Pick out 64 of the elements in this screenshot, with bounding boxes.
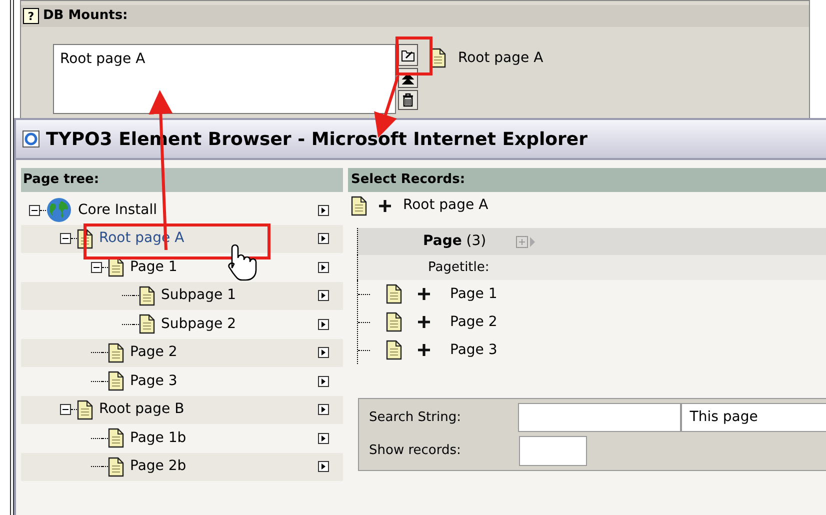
tree-item[interactable]: Page 1b: [130, 428, 186, 449]
tree-item[interactable]: Core Install: [78, 200, 157, 221]
page-icon: [77, 400, 93, 420]
mount-list[interactable]: Root page A: [53, 44, 396, 114]
hand-cursor-icon: [228, 244, 257, 281]
highlight-frame: [396, 36, 432, 76]
field-label: Show records:: [369, 442, 462, 460]
play-icon[interactable]: [318, 404, 329, 416]
tree-item[interactable]: Page 1: [130, 256, 178, 278]
folder-icon: [401, 48, 415, 62]
browse-button[interactable]: [398, 44, 418, 66]
page-icon: [386, 340, 402, 360]
play-icon[interactable]: [318, 347, 329, 358]
play-icon[interactable]: [318, 204, 329, 216]
play-icon[interactable]: [318, 376, 329, 387]
pane-header: Page tree:: [21, 168, 343, 192]
plus-icon[interactable]: [418, 288, 430, 300]
field-label: Search String:: [369, 408, 462, 427]
play-icon[interactable]: [318, 461, 329, 472]
plus-icon[interactable]: [418, 316, 430, 328]
collapse-icon[interactable]: [29, 204, 40, 216]
collapse-icon[interactable]: [60, 404, 71, 416]
page-icon: [139, 314, 155, 334]
record-title[interactable]: Page 2: [450, 312, 498, 332]
column-heading: Pagetitle:: [428, 258, 490, 277]
plus-icon[interactable]: [418, 344, 430, 356]
tree-item[interactable]: Page 2b: [130, 456, 186, 478]
page-icon: [108, 342, 124, 363]
page-icon: [386, 284, 402, 304]
record-title[interactable]: Page 3: [450, 340, 498, 360]
tree-item[interactable]: Subpage 1: [161, 285, 236, 306]
collapse-icon[interactable]: [60, 233, 71, 244]
page-icon: [386, 312, 402, 332]
scope-select[interactable]: This page: [680, 403, 826, 432]
play-icon[interactable]: [318, 432, 329, 444]
globe-icon: [46, 197, 72, 224]
play-icon[interactable]: [318, 318, 329, 330]
tree-item[interactable]: Page 2: [130, 342, 178, 364]
records-count-field[interactable]: [519, 436, 587, 466]
list-item[interactable]: Root page A: [60, 49, 389, 70]
search-field[interactable]: [518, 403, 681, 432]
record-title[interactable]: Root page A: [403, 195, 488, 216]
help-icon[interactable]: ?: [23, 8, 39, 24]
page-icon: [351, 196, 367, 216]
play-icon[interactable]: [318, 233, 329, 244]
record-title[interactable]: Page 1: [450, 284, 498, 304]
tree-item[interactable]: Subpage 2: [161, 314, 236, 335]
trash-icon: [402, 93, 414, 107]
plus-icon[interactable]: [379, 200, 391, 212]
delete-button[interactable]: [398, 90, 418, 110]
mount-title: Root page A: [458, 49, 544, 68]
page-icon: [108, 428, 124, 448]
page-icon: [139, 286, 155, 306]
page-icon: [108, 371, 124, 392]
pane-header: Select Records:: [348, 168, 826, 192]
browser-icon: [22, 130, 40, 148]
page-icon: [108, 456, 124, 477]
table-heading: Page (3): [423, 232, 486, 251]
page-icon: [108, 257, 124, 278]
tree-item[interactable]: Page 3: [130, 370, 178, 392]
collapse-icon[interactable]: [91, 262, 102, 273]
play-icon[interactable]: [318, 262, 329, 273]
section-title: DB Mounts:: [43, 7, 128, 26]
play-icon[interactable]: [318, 290, 329, 302]
